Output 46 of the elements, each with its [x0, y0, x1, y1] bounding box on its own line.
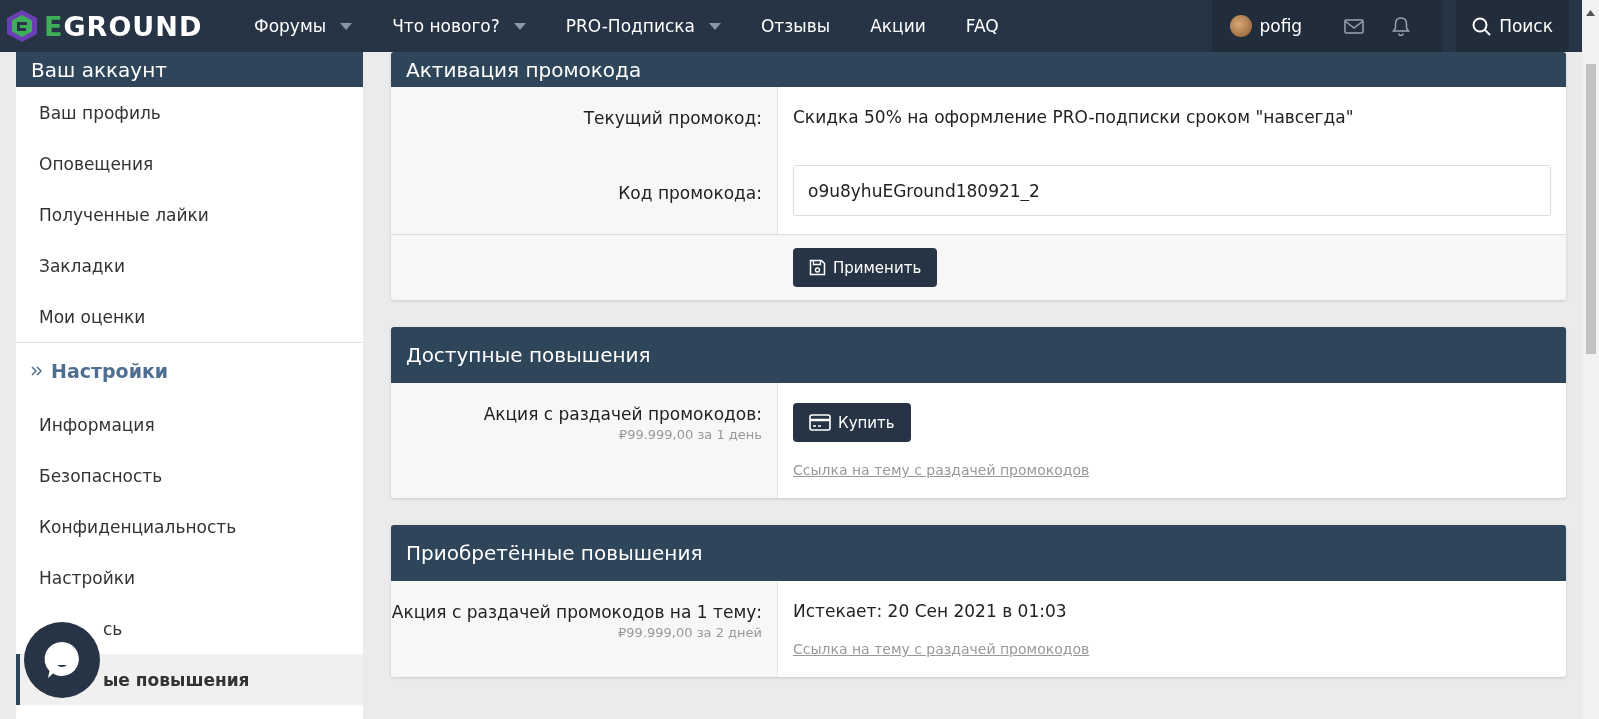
bell-icon[interactable]: [1392, 16, 1411, 36]
sidebar-item[interactable]: сь: [103, 618, 123, 639]
field-label: Текущий промокод:: [582, 108, 762, 128]
chat-button[interactable]: [24, 622, 100, 698]
sidebar-item[interactable]: Оповещения: [39, 153, 154, 174]
sidebar-item[interactable]: Ваш профиль: [39, 102, 161, 123]
nav-link[interactable]: PRO-Подписка: [545, 0, 741, 52]
nav-link[interactable]: FAQ: [945, 0, 1019, 52]
nav-link[interactable]: Что нового?: [372, 0, 546, 52]
sidebar-item[interactable]: Информация: [39, 414, 155, 435]
field-label: Акция с раздачей промокодов на 1 тему:: [391, 602, 762, 622]
field-label: Акция с раздачей промокодов:: [482, 404, 762, 424]
field-label: Код промокода:: [617, 183, 762, 203]
sidebar-title: Ваш аккаунт: [16, 52, 363, 87]
card-icon: [809, 414, 831, 431]
save-icon: [809, 259, 826, 276]
price-note: ₽99.999,00 за 1 день: [617, 427, 762, 442]
chevron-icon: [31, 365, 43, 377]
search-icon: [1472, 16, 1492, 36]
sidebar-item[interactable]: ые повышения: [103, 669, 250, 690]
promo-code-field[interactable]: o9u8yhuEGround180921_2: [793, 165, 1551, 216]
sidebar-item[interactable]: Полученные лайки: [39, 204, 209, 225]
panel-title: Активация промокода: [391, 52, 1566, 87]
price-note: ₽99.999,00 за 2 дней: [617, 625, 762, 640]
logo-icon[interactable]: [4, 8, 40, 44]
field-value: Истекает: 20 Сен 2021 в 01:03: [793, 601, 1067, 621]
sidebar-item[interactable]: Мои оценки: [39, 306, 146, 327]
nav-link[interactable]: Акции: [850, 0, 946, 52]
scrollbar-thumb[interactable]: [1585, 64, 1596, 354]
panel-title: Доступные повышения: [391, 327, 1566, 383]
sidebar-item[interactable]: Конфиденциальность: [39, 516, 237, 537]
site-logo[interactable]: EGROUND: [44, 10, 203, 42]
avatar-icon: [1230, 15, 1253, 37]
buy-button[interactable]: Купить: [793, 403, 911, 442]
sidebar-item[interactable]: Закладки: [39, 255, 125, 276]
scroll-up-icon[interactable]: [1586, 10, 1595, 16]
search-button[interactable]: Поиск: [1456, 0, 1569, 52]
apply-button[interactable]: Применить: [793, 248, 938, 287]
field-value: Скидка 50% на оформление PRO-подписки сроком "навсегда": [793, 107, 1354, 127]
mail-icon[interactable]: [1344, 18, 1365, 34]
sidebar-item[interactable]: Безопасность: [39, 465, 163, 486]
nav-link[interactable]: Отзывы: [741, 0, 851, 52]
section-heading: Настройки: [51, 360, 169, 382]
sidebar-item[interactable]: Настройки: [39, 567, 135, 588]
nav-link[interactable]: Форумы: [234, 0, 373, 52]
panel-title: Приобретённые повышения: [391, 525, 1566, 581]
